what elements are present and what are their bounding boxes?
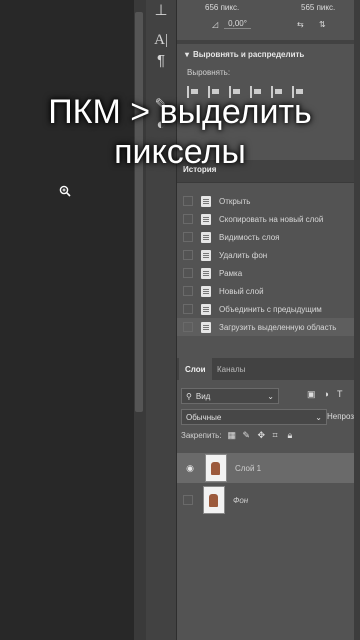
- history-item-label: Рамка: [219, 268, 243, 278]
- history-snapshot-checkbox[interactable]: [183, 286, 193, 296]
- history-item[interactable]: Скопировать на новый слой: [177, 210, 360, 228]
- history-list: Открыть Скопировать на новый слой Видимост…: [177, 192, 360, 336]
- tab-layers[interactable]: Слои: [179, 358, 212, 380]
- history-item-label: Объединить с предыдущим: [219, 304, 322, 314]
- history-snapshot-checkbox[interactable]: [183, 196, 193, 206]
- history-item[interactable]: Удалить фон: [177, 246, 360, 264]
- layer-thumbnail: [203, 486, 225, 514]
- width-field[interactable]: 656 пикс.: [205, 0, 239, 14]
- flip-horizontal-icon[interactable]: ⇆: [297, 17, 304, 31]
- layer-row[interactable]: Фон: [177, 485, 360, 515]
- lock-row: Закрепить: ▦ ✎ ✥ ⌗ 🔒︎: [181, 431, 297, 441]
- type-tool-icon[interactable]: A|: [151, 30, 171, 50]
- history-step-icon: [201, 303, 211, 315]
- tutorial-caption: ПКМ > выделить пикселы: [0, 92, 360, 172]
- history-item-label: Загрузить выделенную область: [219, 322, 337, 332]
- lock-move-icon[interactable]: ✥: [258, 431, 267, 440]
- layer-kind-filter[interactable]: ⚲ Вид ⌄: [181, 388, 279, 404]
- tab-channels[interactable]: Каналы: [211, 358, 251, 380]
- history-snapshot-checkbox[interactable]: [183, 214, 193, 224]
- history-item[interactable]: Новый слой: [177, 282, 360, 300]
- angle-icon: ◿: [212, 19, 219, 29]
- caption-line-1: ПКМ > выделить: [48, 93, 312, 131]
- layer-name[interactable]: Слой 1: [235, 464, 261, 473]
- history-step-icon: [201, 213, 211, 225]
- chevron-down-icon: ⌄: [267, 391, 274, 401]
- history-item[interactable]: Рамка: [177, 264, 360, 282]
- history-item-label: Скопировать на новый слой: [219, 214, 324, 224]
- height-field[interactable]: 565 пикс.: [301, 0, 335, 14]
- history-step-icon: [201, 231, 211, 243]
- layer-name[interactable]: Фон: [233, 496, 248, 505]
- flip-vertical-icon[interactable]: ⇅: [319, 17, 326, 31]
- history-item[interactable]: Видимость слоя: [177, 228, 360, 246]
- history-snapshot-checkbox[interactable]: [183, 268, 193, 278]
- layers-panel-tabs: Слои Каналы: [177, 358, 360, 380]
- scrollbar-thumb[interactable]: [135, 12, 143, 412]
- history-step-icon: [201, 285, 211, 297]
- angle-field[interactable]: ◿ 0,00°: [212, 17, 251, 31]
- visibility-toggle[interactable]: [183, 495, 193, 505]
- history-step-icon: [201, 249, 211, 261]
- history-step-icon: [201, 195, 211, 207]
- history-snapshot-checkbox[interactable]: [183, 322, 193, 332]
- caption-line-2: пикселы: [114, 133, 246, 171]
- search-icon: ⚲: [186, 391, 192, 401]
- history-item[interactable]: Объединить с предыдущим: [177, 300, 360, 318]
- layer-row[interactable]: ◉ Слой 1: [177, 453, 360, 483]
- adjustment-filter-icon[interactable]: ◑: [324, 389, 329, 400]
- lock-all-icon[interactable]: 🔒︎: [288, 431, 297, 440]
- eye-icon[interactable]: ◉: [181, 463, 199, 474]
- history-item-label: Видимость слоя: [219, 232, 280, 242]
- history-item-label: Открыть: [219, 196, 251, 206]
- layer-thumbnail: [205, 454, 227, 482]
- zoom-cursor-icon: [59, 185, 71, 197]
- lock-transparent-icon[interactable]: ▦: [228, 431, 237, 440]
- stamp-tool-icon[interactable]: ⊥: [151, 0, 171, 20]
- divider: [177, 40, 360, 44]
- lock-artboard-icon[interactable]: ⌗: [273, 431, 282, 440]
- lock-paint-icon[interactable]: ✎: [243, 431, 252, 440]
- history-item-label: Новый слой: [219, 286, 264, 296]
- paragraph-icon[interactable]: ¶: [151, 50, 171, 70]
- history-snapshot-checkbox[interactable]: [183, 304, 193, 314]
- history-item-label: Удалить фон: [219, 250, 268, 260]
- align-label: Выровнять:: [187, 68, 231, 77]
- history-item[interactable]: Загрузить выделенную область: [177, 318, 360, 336]
- lock-label: Закрепить:: [181, 431, 222, 440]
- history-snapshot-checkbox[interactable]: [183, 250, 193, 260]
- history-step-icon: [201, 321, 211, 333]
- image-filter-icon[interactable]: ▣: [307, 389, 316, 400]
- type-filter-icon[interactable]: T: [337, 389, 343, 400]
- align-section-title: ▾ Выровнять и распределить: [185, 50, 305, 59]
- chevron-down-icon: ⌄: [315, 412, 322, 422]
- history-snapshot-checkbox[interactable]: [183, 232, 193, 242]
- blend-mode-select[interactable]: Обычные ⌄: [181, 409, 327, 425]
- history-item[interactable]: Открыть: [177, 192, 360, 210]
- history-step-icon: [201, 267, 211, 279]
